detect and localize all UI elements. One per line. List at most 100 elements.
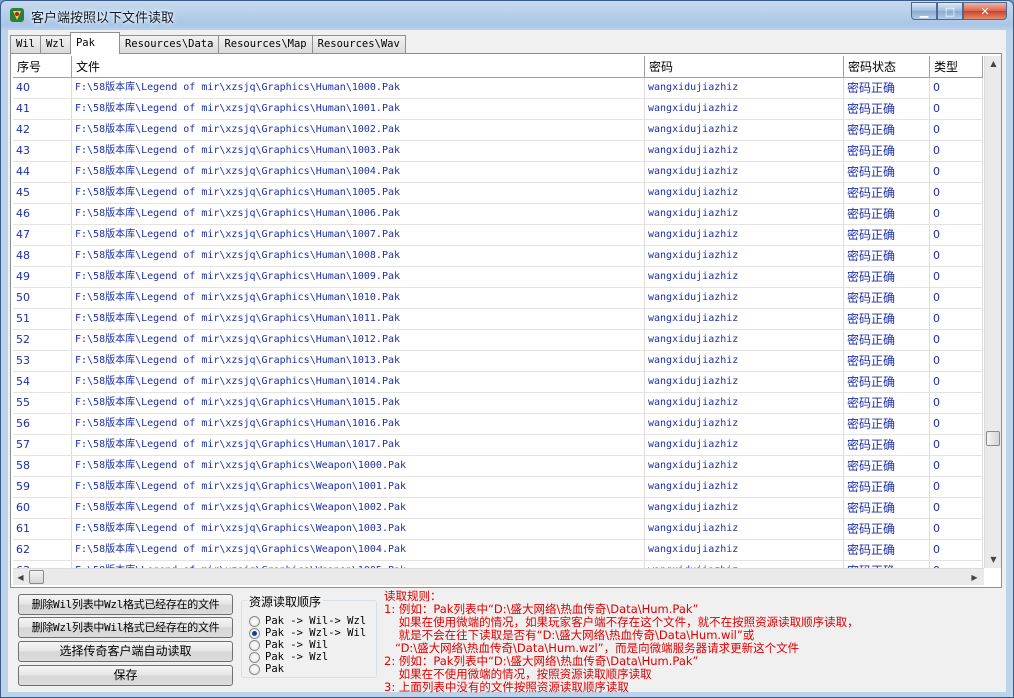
row-password: wangxidujiazhiz [645, 162, 844, 182]
close-button[interactable]: ✕ [963, 2, 1007, 20]
table-row[interactable]: 41 F:\58版本库\Legend of mir\xzsjq\Graphics\… [13, 99, 983, 120]
close-icon: ✕ [980, 4, 990, 18]
row-type: 0 [930, 162, 983, 182]
order-option-label: Pak -> Wil-> Wzl [265, 615, 367, 627]
row-seq: 58 [13, 456, 72, 476]
table-row[interactable]: 60 F:\58版本库\Legend of mir\xzsjq\Graphics\… [13, 498, 983, 519]
radio-icon [249, 651, 260, 663]
tab-resources-wav[interactable]: Resources\Wav [311, 35, 406, 54]
header-file[interactable]: 文件 [72, 56, 645, 77]
row-seq: 47 [13, 225, 72, 245]
order-option-2[interactable]: Pak -> Wzl-> Wil [249, 627, 366, 639]
table-row[interactable]: 51 F:\58版本库\Legend of mir\xzsjq\Graphics\… [13, 309, 983, 330]
table-row[interactable]: 55 F:\58版本库\Legend of mir\xzsjq\Graphics\… [13, 393, 983, 414]
row-seq: 51 [13, 309, 72, 329]
row-file: F:\58版本库\Legend of mir\xzsjq\Graphics\We… [72, 498, 645, 518]
row-password: wangxidujiazhiz [645, 330, 844, 350]
row-file: F:\58版本库\Legend of mir\xzsjq\Graphics\Hu… [72, 183, 645, 203]
table-row[interactable]: 57 F:\58版本库\Legend of mir\xzsjq\Graphics\… [13, 435, 983, 456]
table-row[interactable]: 40 F:\58版本库\Legend of mir\xzsjq\Graphics\… [13, 78, 983, 99]
table-row[interactable]: 56 F:\58版本库\Legend of mir\xzsjq\Graphics\… [13, 414, 983, 435]
row-password: wangxidujiazhiz [645, 309, 844, 329]
table-row[interactable]: 47 F:\58版本库\Legend of mir\xzsjq\Graphics\… [13, 225, 983, 246]
header-status[interactable]: 密码状态 [844, 56, 930, 77]
delete-wzl-duplicates-button[interactable]: 删除Wzl列表中Wil格式已经存在的文件 [18, 617, 233, 638]
order-option-1[interactable]: Pak -> Wil-> Wzl [249, 615, 366, 627]
tab-resources-data[interactable]: Resources\Data [118, 35, 220, 54]
table-row[interactable]: 59 F:\58版本库\Legend of mir\xzsjq\Graphics\… [13, 477, 983, 498]
header-seq[interactable]: 序号 [13, 56, 72, 77]
read-rules-text: 读取规则： 1: 例如：Pak列表中“D:\盛大网络\热血传奇\Data\Hum… [384, 590, 944, 694]
row-status: 密码正确 [844, 414, 930, 434]
row-password: wangxidujiazhiz [645, 246, 844, 266]
scroll-down-arrow-icon[interactable]: ▼ [986, 552, 1001, 567]
table-row[interactable]: 62 F:\58版本库\Legend of mir\xzsjq\Graphics\… [13, 540, 983, 561]
row-type: 0 [930, 309, 983, 329]
app-icon [10, 8, 24, 22]
tab-wzl[interactable]: Wzl [39, 35, 71, 54]
table-row[interactable]: 58 F:\58版本库\Legend of mir\xzsjq\Graphics\… [13, 456, 983, 477]
tab-wil[interactable]: Wil [10, 35, 41, 54]
table-row[interactable]: 52 F:\58版本库\Legend of mir\xzsjq\Graphics\… [13, 330, 983, 351]
row-file: F:\58版本库\Legend of mir\xzsjq\Graphics\Hu… [72, 120, 645, 140]
table-row[interactable]: 43 F:\58版本库\Legend of mir\xzsjq\Graphics\… [13, 141, 983, 162]
row-file: F:\58版本库\Legend of mir\xzsjq\Graphics\Hu… [72, 393, 645, 413]
table-row[interactable]: 54 F:\58版本库\Legend of mir\xzsjq\Graphics\… [13, 372, 983, 393]
row-status: 密码正确 [844, 204, 930, 224]
row-type: 0 [930, 477, 983, 497]
row-seq: 44 [13, 162, 72, 182]
row-password: wangxidujiazhiz [645, 204, 844, 224]
file-table[interactable]: 序号 文件 密码 密码状态 类型 40 F:\58版本库\Legend of mi… [13, 56, 983, 568]
maximize-button[interactable]: □ [937, 2, 963, 20]
main-window: 客户端按照以下文件读取 ▁ □ ✕ Wil Wzl Pak Resources\… [0, 0, 1014, 698]
order-option-3[interactable]: Pak -> Wil [249, 639, 328, 651]
table-row[interactable]: 44 F:\58版本库\Legend of mir\xzsjq\Graphics\… [13, 162, 983, 183]
header-password[interactable]: 密码 [645, 56, 844, 77]
row-password: wangxidujiazhiz [645, 435, 844, 455]
delete-wil-duplicates-button[interactable]: 删除Wil列表中Wzl格式已经存在的文件 [18, 594, 233, 615]
row-file: F:\58版本库\Legend of mir\xzsjq\Graphics\Hu… [72, 372, 645, 392]
row-seq: 50 [13, 288, 72, 308]
row-type: 0 [930, 435, 983, 455]
table-row[interactable]: 53 F:\58版本库\Legend of mir\xzsjq\Graphics\… [13, 351, 983, 372]
horizontal-scroll-thumb[interactable] [29, 570, 44, 584]
row-status: 密码正确 [844, 78, 930, 98]
row-type: 0 [930, 267, 983, 287]
row-seq: 40 [13, 78, 72, 98]
scroll-up-arrow-icon[interactable]: ▲ [986, 56, 1001, 71]
order-option-5[interactable]: Pak [249, 663, 284, 675]
row-seq: 57 [13, 435, 72, 455]
scroll-right-arrow-icon[interactable]: ▶ [967, 570, 982, 585]
order-option-label: Pak [265, 663, 284, 675]
row-status: 密码正确 [844, 393, 930, 413]
tab-pak[interactable]: Pak [69, 32, 120, 54]
row-file: F:\58版本库\Legend of mir\xzsjq\Graphics\We… [72, 561, 645, 568]
title-bar[interactable]: 客户端按照以下文件读取 ▁ □ ✕ [1, 1, 1013, 29]
row-file: F:\58版本库\Legend of mir\xzsjq\Graphics\Hu… [72, 288, 645, 308]
table-row[interactable]: 48 F:\58版本库\Legend of mir\xzsjq\Graphics\… [13, 246, 983, 267]
table-row[interactable]: 50 F:\58版本库\Legend of mir\xzsjq\Graphics\… [13, 288, 983, 309]
table-row[interactable]: 49 F:\58版本库\Legend of mir\xzsjq\Graphics\… [13, 267, 983, 288]
row-status: 密码正确 [844, 99, 930, 119]
horizontal-scrollbar[interactable]: ◀ ▶ [13, 568, 984, 585]
header-type[interactable]: 类型 [930, 56, 983, 77]
row-password: wangxidujiazhiz [645, 267, 844, 287]
table-row[interactable]: 42 F:\58版本库\Legend of mir\xzsjq\Graphics\… [13, 120, 983, 141]
vertical-scroll-thumb[interactable] [986, 431, 1000, 446]
table-row[interactable]: 61 F:\58版本库\Legend of mir\xzsjq\Graphics\… [13, 519, 983, 540]
save-button[interactable]: 保存 [18, 665, 233, 686]
scroll-left-arrow-icon[interactable]: ◀ [13, 570, 28, 585]
row-file: F:\58版本库\Legend of mir\xzsjq\Graphics\Hu… [72, 162, 645, 182]
row-password: wangxidujiazhiz [645, 99, 844, 119]
vertical-scrollbar[interactable]: ▲ ▼ [984, 56, 1001, 568]
row-type: 0 [930, 561, 983, 568]
order-option-4[interactable]: Pak -> Wzl [249, 651, 328, 663]
table-row[interactable]: 45 F:\58版本库\Legend of mir\xzsjq\Graphics\… [13, 183, 983, 204]
row-file: F:\58版本库\Legend of mir\xzsjq\Graphics\Hu… [72, 435, 645, 455]
table-row[interactable]: 46 F:\58版本库\Legend of mir\xzsjq\Graphics\… [13, 204, 983, 225]
minimize-button[interactable]: ▁ [911, 2, 937, 20]
row-type: 0 [930, 204, 983, 224]
tab-resources-map[interactable]: Resources\Map [218, 35, 313, 54]
table-row[interactable]: 63F:\58版本库\Legend of mir\xzsjq\Graphics\… [13, 561, 983, 568]
auto-read-client-button[interactable]: 选择传奇客户端自动读取 [18, 641, 233, 662]
